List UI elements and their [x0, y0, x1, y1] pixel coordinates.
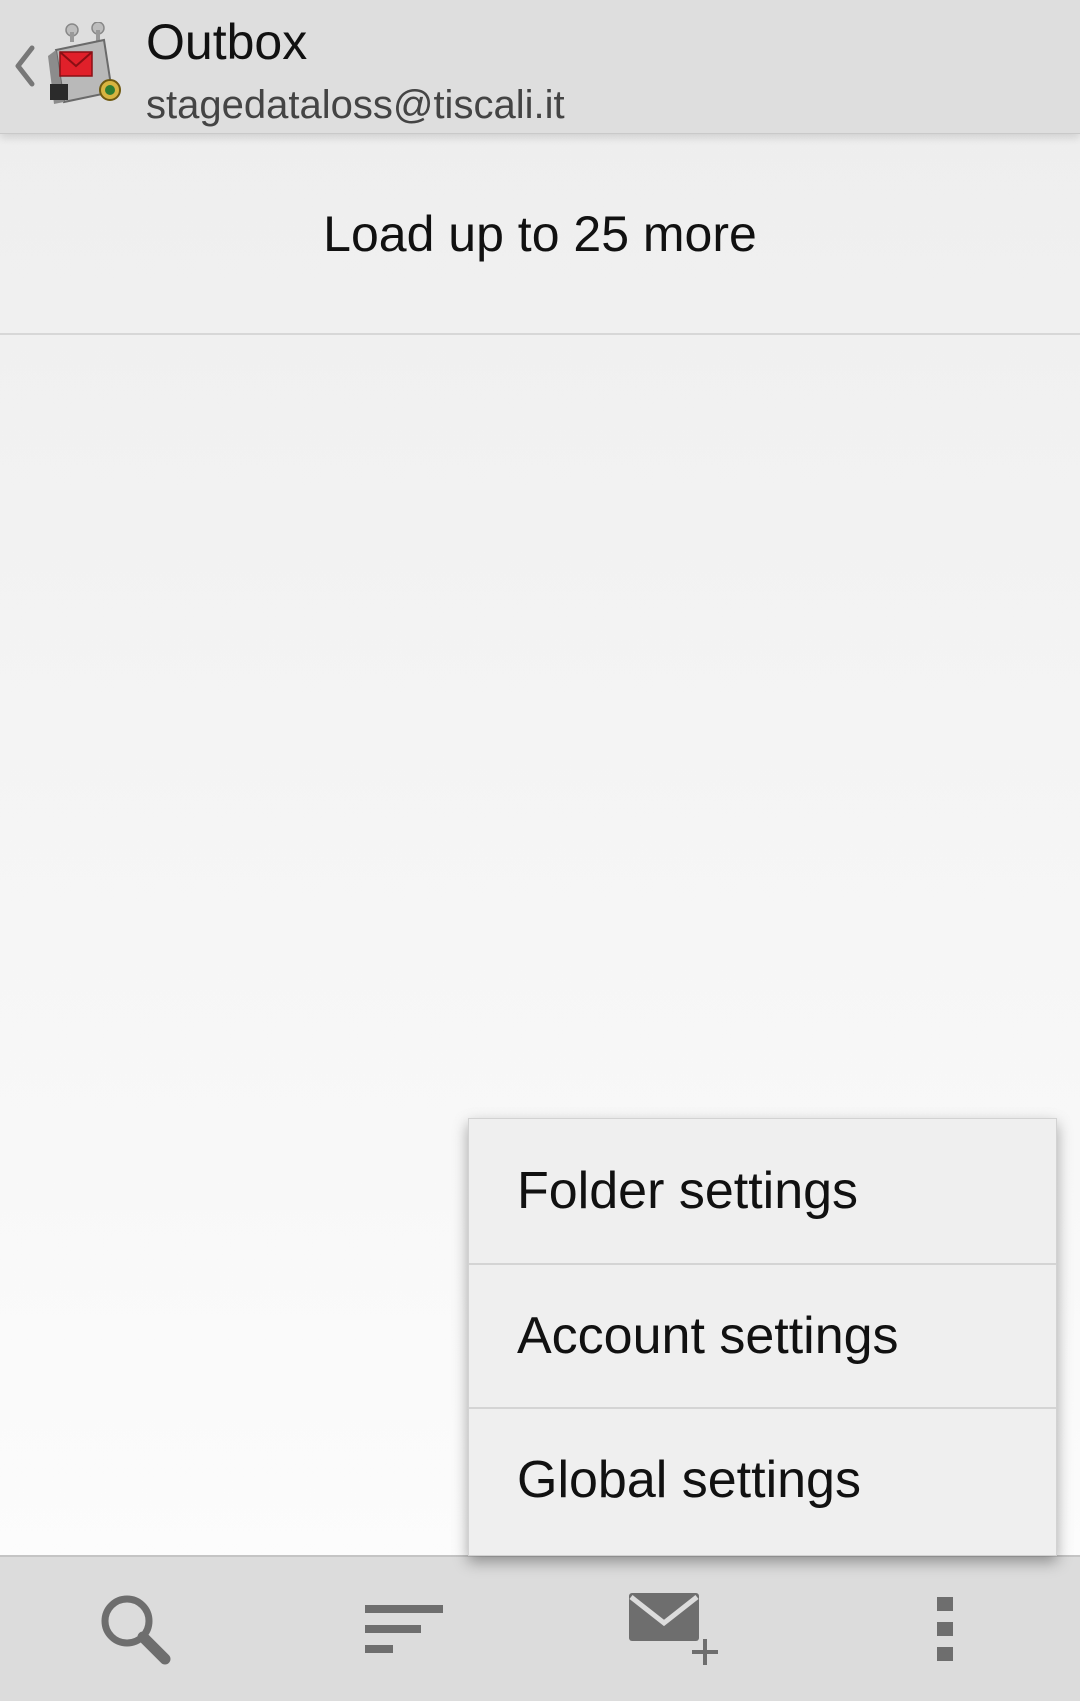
- menu-item-global-settings[interactable]: Global settings: [469, 1407, 1056, 1551]
- overflow-menu-icon: [933, 1595, 957, 1663]
- search-button[interactable]: [0, 1557, 270, 1701]
- overflow-popup-menu: Folder settings Account settings Global …: [468, 1118, 1057, 1556]
- menu-item-label: Global settings: [517, 1451, 861, 1509]
- back-chevron-icon[interactable]: [10, 44, 38, 88]
- sort-icon: [363, 1599, 447, 1659]
- compose-button[interactable]: [540, 1557, 810, 1701]
- menu-item-label: Folder settings: [517, 1162, 859, 1220]
- sort-button[interactable]: [270, 1557, 540, 1701]
- menu-item-label: Account settings: [517, 1307, 899, 1365]
- compose-icon: [625, 1589, 725, 1669]
- folder-title: Outbox: [146, 14, 308, 70]
- action-bar: Outbox stagedataloss@tiscali.it: [0, 0, 1080, 134]
- overflow-menu-button[interactable]: [810, 1557, 1080, 1701]
- app-logo-icon[interactable]: [46, 21, 124, 110]
- account-email: stagedataloss@tiscali.it: [146, 83, 565, 127]
- menu-item-folder-settings[interactable]: Folder settings: [469, 1119, 1056, 1263]
- search-icon: [95, 1589, 175, 1669]
- bottom-toolbar: [0, 1555, 1080, 1701]
- menu-item-account-settings[interactable]: Account settings: [469, 1263, 1056, 1407]
- load-more-label: Load up to 25 more: [323, 205, 757, 262]
- load-more-button[interactable]: Load up to 25 more: [0, 134, 1080, 335]
